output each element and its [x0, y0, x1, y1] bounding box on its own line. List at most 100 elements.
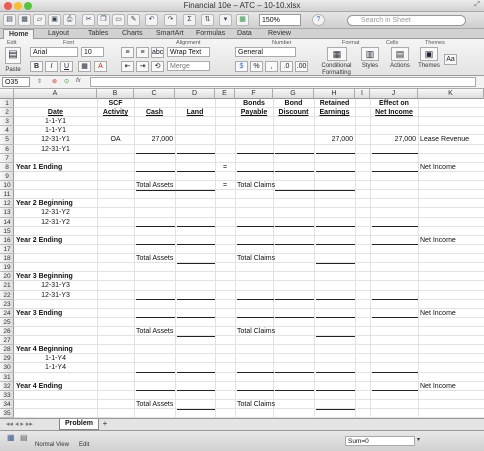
row-header-14[interactable]: 14 — [0, 218, 14, 227]
cell-a22[interactable]: 12-31-Y3 — [14, 291, 97, 300]
select-all-corner[interactable] — [0, 89, 14, 99]
tab-data[interactable]: Data — [232, 29, 257, 39]
name-box-arrows-icon[interactable]: ⇕ — [37, 78, 42, 85]
sort-icon[interactable]: ⇅ — [201, 14, 214, 26]
conditional-formatting-icon[interactable]: ▦ — [327, 47, 347, 61]
cell-f2[interactable]: Payable — [235, 108, 273, 117]
themes-icon[interactable]: ▣ — [420, 47, 438, 61]
bold-button[interactable]: B — [30, 61, 43, 72]
cell-a8[interactable]: Year 1 Ending — [14, 163, 97, 172]
column-header-h[interactable]: H — [314, 89, 355, 99]
cell-k8[interactable]: Net Income — [418, 163, 484, 172]
font-size-select[interactable]: 10 — [81, 47, 104, 57]
row-header-20[interactable]: 20 — [0, 272, 14, 282]
search-in-sheet-input[interactable]: Search in Sheet — [347, 15, 466, 26]
row-header-15[interactable]: 15 — [0, 227, 14, 236]
fx-icon[interactable]: fx — [76, 78, 81, 84]
row-header-16[interactable]: 16 — [0, 236, 14, 245]
save-icon[interactable]: ▣ — [48, 14, 61, 26]
cell-j2[interactable]: Net Income — [370, 108, 418, 117]
column-header-b[interactable]: B — [97, 89, 134, 99]
row-header-26[interactable]: 26 — [0, 327, 14, 337]
row-header-21[interactable]: 21 — [0, 281, 14, 291]
cell-h1[interactable]: Retained — [314, 99, 355, 108]
autosum-icon[interactable]: Σ — [183, 14, 196, 26]
row-header-33[interactable]: 33 — [0, 391, 14, 400]
column-header-f[interactable]: F — [235, 89, 273, 99]
templates-icon[interactable]: ▦ — [18, 14, 31, 26]
new-workbook-icon[interactable]: ▤ — [3, 14, 16, 26]
worksheet-grid[interactable]: SCF Bonds Bond Retained Effect on Date Activit… — [14, 99, 484, 418]
row-header-23[interactable]: 23 — [0, 300, 14, 309]
undo-icon[interactable]: ↶ — [145, 14, 158, 26]
column-header-k[interactable]: K — [418, 89, 484, 99]
row-header-4[interactable]: 4 — [0, 126, 14, 136]
indent-left-icon[interactable]: ⇤ — [121, 61, 134, 72]
row-header-18[interactable]: 18 — [0, 254, 14, 264]
wrap-text-button[interactable]: Wrap Text — [167, 47, 210, 57]
cut-icon[interactable]: ✂ — [82, 14, 95, 26]
cell-a32[interactable]: Year 4 Ending — [14, 382, 97, 391]
row-header-7[interactable]: 7 — [0, 154, 14, 163]
cell-a16[interactable]: Year 2 Ending — [14, 236, 97, 245]
column-header-a[interactable]: A — [14, 89, 97, 99]
row-header-10[interactable]: 10 — [0, 181, 14, 191]
cell-f34[interactable]: Total Claims — [235, 400, 325, 409]
column-header-c[interactable]: C — [134, 89, 175, 99]
column-header-i[interactable]: I — [355, 89, 370, 99]
redo-icon[interactable]: ↷ — [164, 14, 177, 26]
cell-e10[interactable]: = — [215, 181, 235, 190]
align-left-icon[interactable]: ≡ — [121, 47, 134, 58]
font-name-select[interactable]: Arial — [30, 47, 78, 57]
cell-h2[interactable]: Earnings — [314, 108, 355, 117]
print-icon[interactable]: ⎙ — [63, 14, 76, 26]
cell-a30[interactable]: 1-1-Y4 — [14, 363, 97, 372]
paste-icon[interactable]: ▭ — [112, 14, 125, 26]
paste-big-icon[interactable]: ▤ — [5, 47, 21, 64]
normal-view-icon[interactable]: ▦ — [7, 433, 15, 442]
row-header-1[interactable]: 1 — [0, 99, 14, 109]
tab-layout[interactable]: Layout — [43, 29, 74, 39]
fullscreen-icon[interactable]: ⤢ — [474, 1, 480, 9]
tab-formulas[interactable]: Formulas — [191, 29, 230, 39]
tab-smartart[interactable]: SmartArt — [151, 29, 189, 39]
row-header-2[interactable]: 2 — [0, 108, 14, 118]
row-header-31[interactable]: 31 — [0, 373, 14, 382]
cell-a20[interactable]: Year 3 Beginning — [14, 272, 97, 281]
zoom-select[interactable]: 150% — [259, 14, 301, 26]
column-header-g[interactable]: G — [273, 89, 314, 99]
add-sheet-button[interactable]: + — [99, 420, 111, 429]
theme-fonts-button[interactable]: Aa — [444, 54, 457, 65]
row-header-12[interactable]: 12 — [0, 199, 14, 209]
row-header-11[interactable]: 11 — [0, 190, 14, 200]
cancel-formula-icon[interactable]: ⊗ — [52, 78, 57, 85]
cell-a5[interactable]: 12-31-Y1 — [14, 135, 97, 144]
cell-b2[interactable]: Activity — [97, 108, 134, 117]
cell-a13[interactable]: 12-31-Y2 — [14, 208, 97, 217]
cell-c5[interactable]: 27,000 — [134, 135, 175, 144]
name-box[interactable]: O35 — [2, 77, 30, 87]
row-header-35[interactable]: 35 — [0, 409, 14, 419]
column-header-d[interactable]: D — [175, 89, 215, 99]
cell-k5[interactable]: Lease Revenue — [418, 135, 484, 144]
cell-c2[interactable]: Cash — [134, 108, 175, 117]
cell-g1[interactable]: Bond — [273, 99, 314, 108]
sum-dropdown-icon[interactable]: ▾ — [417, 436, 420, 443]
cell-b1[interactable]: SCF — [97, 99, 134, 108]
indent-right-icon[interactable]: ⇥ — [136, 61, 149, 72]
help-icon[interactable]: ? — [312, 14, 325, 26]
styles-icon[interactable]: ▥ — [361, 47, 379, 61]
font-color-button[interactable]: A — [94, 61, 107, 72]
row-header-25[interactable]: 25 — [0, 318, 14, 327]
underline-button[interactable]: U — [60, 61, 73, 72]
currency-icon[interactable]: $ — [235, 61, 248, 72]
cell-a24[interactable]: Year 3 Ending — [14, 309, 97, 318]
column-header-j[interactable]: J — [370, 89, 418, 99]
cell-g2[interactable]: Discount — [273, 108, 314, 117]
borders-icon[interactable]: ▦ — [78, 61, 91, 72]
row-header-24[interactable]: 24 — [0, 309, 14, 318]
number-format-select[interactable]: General — [235, 47, 296, 57]
page-layout-view-icon[interactable]: ▤ — [20, 433, 28, 442]
tab-charts[interactable]: Charts — [117, 29, 148, 39]
sum-display[interactable]: Sum=0 — [345, 436, 415, 446]
